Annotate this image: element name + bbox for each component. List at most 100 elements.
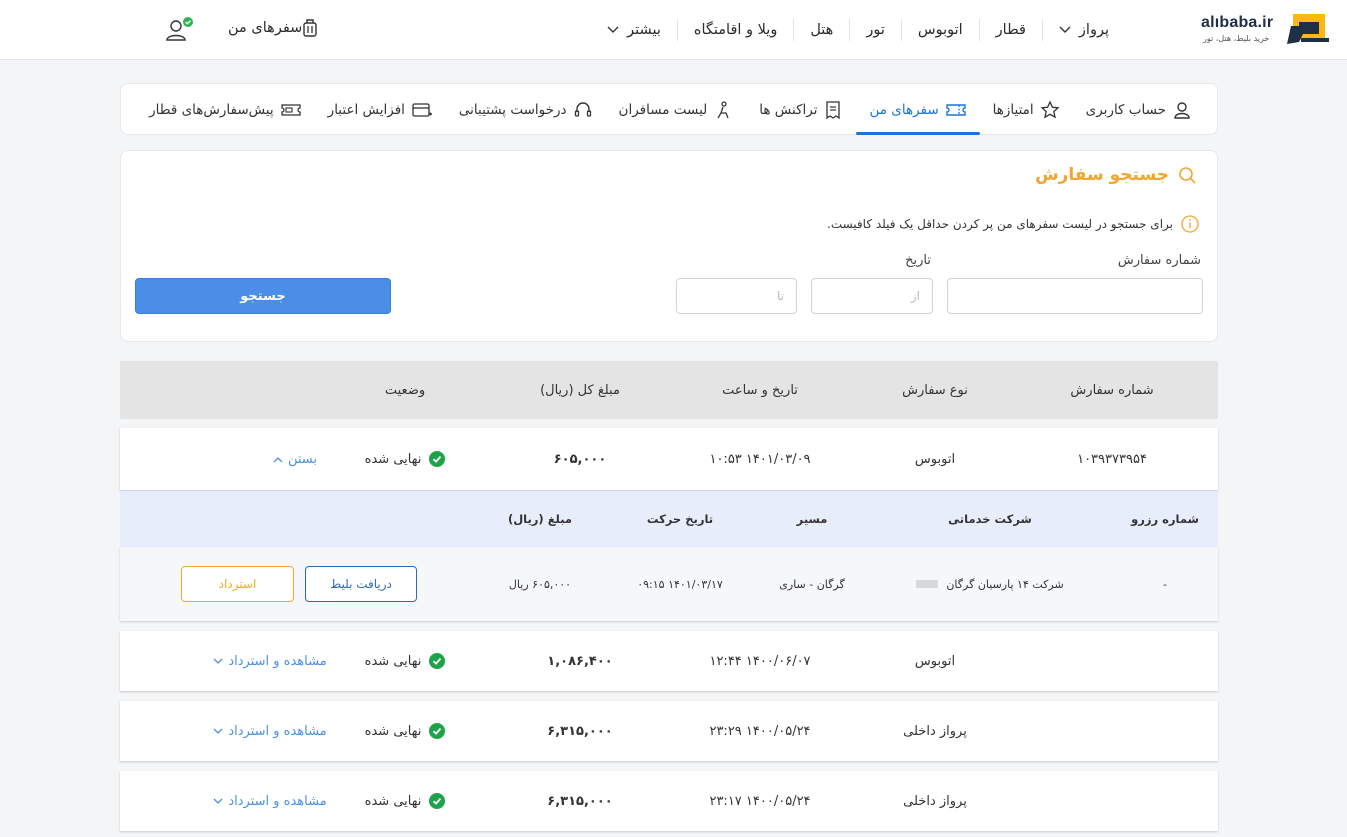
toggle-label: مشاهده و استرداد <box>228 793 327 809</box>
main-nav: پرواز قطار اتوبوس تور هتل ویلا و اقامتگا… <box>591 0 1125 60</box>
tab-label: پیش‌سفارش‌های قطار <box>149 102 274 118</box>
tab-label: درخواست پشتیبانی <box>458 102 567 118</box>
view-refund-toggle[interactable]: مشاهده و استرداد <box>190 631 350 691</box>
order-number: ۱۰۳۹۳۷۳۹۵۴ <box>1077 451 1147 467</box>
order-datetime: ۱۴۰۰/۰۵/۲۴ ۲۳:۱۷ <box>709 793 811 809</box>
search-title-text: جستجو سفارش <box>1035 165 1169 185</box>
order-status: نهایی شده <box>340 428 470 490</box>
logo-mark-icon <box>1287 14 1329 44</box>
ticket-icon <box>945 104 966 116</box>
nav-label: تور <box>866 22 885 38</box>
service-company: شرکت ۱۴ پارسیان گرگان <box>900 547 1080 621</box>
departure-datetime: ۱۴۰۱/۰۳/۱۷ ۰۹:۱۵ <box>637 577 723 591</box>
top-header: alıbaba.ir خرید بلیط، هتل، تور پرواز قطا… <box>0 0 1347 60</box>
nav-villa[interactable]: ویلا و اقامتگاه <box>676 19 793 41</box>
status-text: نهایی شده <box>364 451 422 467</box>
column-header: تاریخ و ساعت <box>722 382 798 398</box>
order-status: نهایی شده <box>340 701 470 761</box>
check-circle-icon <box>429 451 446 467</box>
tab-passengers[interactable]: لیست مسافران <box>606 84 747 136</box>
detail-column-header: شرکت خدماتی <box>948 512 1032 526</box>
nav-label: ویلا و اقامتگاه <box>693 22 778 38</box>
search-icon <box>1179 167 1196 184</box>
nav-label: هتل <box>810 22 834 38</box>
refund-button[interactable]: استرداد <box>181 566 294 602</box>
search-card-title: جستجو سفارش <box>1035 165 1197 185</box>
view-refund-toggle[interactable]: مشاهده و استرداد <box>190 701 350 761</box>
reservation-number: - <box>1163 577 1167 591</box>
alibaba-logo[interactable]: alıbaba.ir خرید بلیط، هتل، تور <box>1201 12 1329 48</box>
order-status: نهایی شده <box>340 631 470 691</box>
nav-train[interactable]: قطار <box>978 19 1042 41</box>
order-type: اتوبوس <box>914 451 956 467</box>
profile-tabs: حساب کاربری امتیازها سفرهای من تراکنش ها… <box>120 83 1218 135</box>
detail-column-header: مبلغ (ریال) <box>507 512 573 526</box>
route: گرگان - ساری <box>779 577 845 591</box>
tab-my-trips[interactable]: سفرهای من <box>856 84 980 136</box>
order-type: پرواز داخلی <box>903 723 967 739</box>
order-number-label: شماره سفارش <box>1117 253 1201 268</box>
detail-column-header: تاریخ حرکت <box>646 512 714 526</box>
search-button[interactable]: جستجو <box>135 278 391 314</box>
tab-train-preorders[interactable]: پیش‌سفارش‌های قطار <box>136 84 315 136</box>
chevron-down-icon <box>607 26 619 33</box>
nav-flight[interactable]: پرواز <box>1041 19 1125 41</box>
nav-hotel[interactable]: هتل <box>793 19 849 41</box>
status-text: نهایی شده <box>364 653 422 669</box>
nav-label: بیشتر <box>627 22 661 38</box>
chevron-up-icon <box>273 456 283 462</box>
tab-transactions[interactable]: تراکنش ها <box>746 84 856 136</box>
company-name: شرکت ۱۴ پارسیان گرگان <box>946 577 1064 591</box>
headset-icon <box>574 102 591 117</box>
company-logo <box>916 580 939 588</box>
nav-tour[interactable]: تور <box>849 19 901 41</box>
user-account-icon[interactable] <box>164 16 194 44</box>
view-refund-toggle[interactable]: مشاهده و استرداد <box>190 771 350 831</box>
tab-label: لیست مسافران <box>618 102 708 118</box>
order-number-input[interactable] <box>947 278 1203 314</box>
column-header: مبلغ کل (ریال) <box>540 382 620 398</box>
logo-text: alıbaba.ir <box>1201 14 1274 31</box>
nav-more[interactable]: بیشتر <box>591 19 677 41</box>
chevron-down-icon <box>213 728 223 734</box>
column-header: وضعیت <box>384 382 426 398</box>
order-amount: ۶,۳۱۵,۰۰۰ <box>547 723 613 739</box>
credit-card-icon <box>412 103 432 117</box>
check-circle-icon <box>429 653 446 669</box>
chevron-down-icon <box>1059 26 1071 33</box>
toggle-label: بستن <box>287 451 318 467</box>
download-ticket-button[interactable]: دریافت بلیط <box>305 566 417 602</box>
tab-label: افزایش اعتبار <box>327 102 405 118</box>
luggage-icon <box>303 19 318 37</box>
order-number <box>1030 701 1194 761</box>
tab-points[interactable]: امتیازها <box>980 84 1073 136</box>
table-row[interactable]: ۱۰۳۹۳۷۳۹۵۴ اتوبوس ۱۴۰۱/۰۳/۰۹ ۱۰:۵۳ ۶۰۵,۰… <box>120 428 1218 490</box>
order-search-card: جستجو سفارش برای جستجو در لیست سفرهای من… <box>120 150 1218 342</box>
logo-tagline: خرید بلیط، هتل، تور <box>1203 34 1270 43</box>
nav-label: اتوبوس <box>917 22 963 38</box>
passenger-icon <box>717 101 729 119</box>
search-hint-text: برای جستجو در لیست سفرهای من پر کردن حدا… <box>827 217 1173 231</box>
user-icon <box>1174 102 1190 119</box>
detail-amount: ۶۰۵,۰۰۰ ریال <box>508 577 572 591</box>
column-header: شماره سفارش <box>1070 382 1154 398</box>
receipt-icon <box>826 101 841 120</box>
nav-bus[interactable]: اتوبوس <box>900 19 979 41</box>
table-row[interactable]: پرواز داخلی ۱۴۰۰/۰۵/۲۴ ۲۳:۱۷ ۶,۳۱۵,۰۰۰ ن… <box>120 771 1218 831</box>
collapse-toggle[interactable]: بستن <box>240 428 350 490</box>
tab-add-credit[interactable]: افزایش اعتبار <box>315 84 446 136</box>
table-row[interactable]: پرواز داخلی ۱۴۰۰/۰۵/۲۴ ۲۳:۲۹ ۶,۳۱۵,۰۰۰ ن… <box>120 701 1218 761</box>
order-datetime: ۱۴۰۱/۰۳/۰۹ ۱۰:۵۳ <box>709 451 811 467</box>
date-to-input[interactable] <box>676 278 797 314</box>
nav-label: پرواز <box>1078 22 1109 38</box>
my-trips-label: سفرهای من <box>228 20 303 36</box>
date-from-input[interactable] <box>811 278 933 314</box>
order-datetime: ۱۴۰۰/۰۵/۲۴ ۲۳:۲۹ <box>709 723 811 739</box>
my-trips-button[interactable]: سفرهای من <box>228 18 324 38</box>
table-row[interactable]: اتوبوس ۱۴۰۰/۰۶/۰۷ ۱۲:۴۴ ۱,۰۸۶,۴۰۰ نهایی … <box>120 631 1218 691</box>
check-circle-icon <box>429 793 446 809</box>
reservation-detail-header: شماره رزرو شرکت خدماتی مسیر تاریخ حرکت م… <box>120 490 1218 547</box>
tab-support[interactable]: درخواست پشتیبانی <box>446 84 606 136</box>
tab-account[interactable]: حساب کاربری <box>1073 84 1205 136</box>
search-hint: برای جستجو در لیست سفرهای من پر کردن حدا… <box>827 215 1199 233</box>
